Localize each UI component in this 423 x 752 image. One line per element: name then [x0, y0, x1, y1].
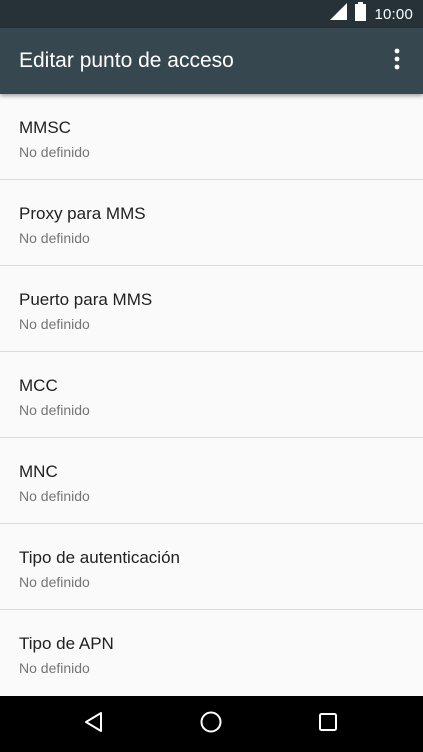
status-time: 10:00	[374, 5, 413, 23]
setting-title: Tipo de APN	[19, 634, 114, 653]
recents-button[interactable]	[298, 696, 358, 752]
setting-title: Tipo de autenticación	[19, 548, 180, 567]
setting-apn-type[interactable]: Tipo de APN No definido	[0, 610, 423, 695]
setting-title: MCC	[19, 376, 58, 395]
signal-icon	[330, 3, 348, 25]
setting-title: Puerto para MMS	[19, 290, 153, 309]
back-icon	[84, 711, 104, 738]
page-title: Editar punto de acceso	[19, 49, 234, 72]
setting-mnc[interactable]: MNC No definido	[0, 438, 423, 524]
setting-summary: No definido	[19, 144, 90, 160]
setting-summary: No definido	[19, 402, 90, 418]
setting-auth-type[interactable]: Tipo de autenticación No definido	[0, 524, 423, 610]
more-vert-icon	[394, 48, 400, 75]
setting-title: MMSC	[19, 118, 71, 137]
home-icon	[199, 710, 223, 739]
back-button[interactable]	[64, 696, 124, 752]
more-options-button[interactable]	[381, 41, 413, 81]
recents-icon	[318, 712, 338, 737]
setting-summary: No definido	[19, 574, 90, 590]
home-button[interactable]	[181, 696, 241, 752]
battery-icon	[355, 2, 367, 26]
status-bar: 10:00	[0, 0, 423, 28]
setting-mcc[interactable]: MCC No definido	[0, 352, 423, 438]
setting-title: MNC	[19, 462, 58, 481]
setting-summary: No definido	[19, 488, 90, 504]
status-icons: 10:00	[330, 0, 413, 28]
app-bar: Editar punto de acceso	[0, 28, 423, 94]
setting-summary: No definido	[19, 316, 90, 332]
setting-title: Proxy para MMS	[19, 204, 146, 223]
setting-mmsc[interactable]: MMSC No definido	[0, 94, 423, 180]
setting-summary: No definido	[19, 230, 90, 246]
setting-mms-port[interactable]: Puerto para MMS No definido	[0, 266, 423, 352]
setting-mms-proxy[interactable]: Proxy para MMS No definido	[0, 180, 423, 266]
setting-summary: No definido	[19, 660, 90, 676]
navigation-bar	[0, 696, 423, 752]
settings-list: MMSC No definido Proxy para MMS No defin…	[0, 94, 423, 696]
